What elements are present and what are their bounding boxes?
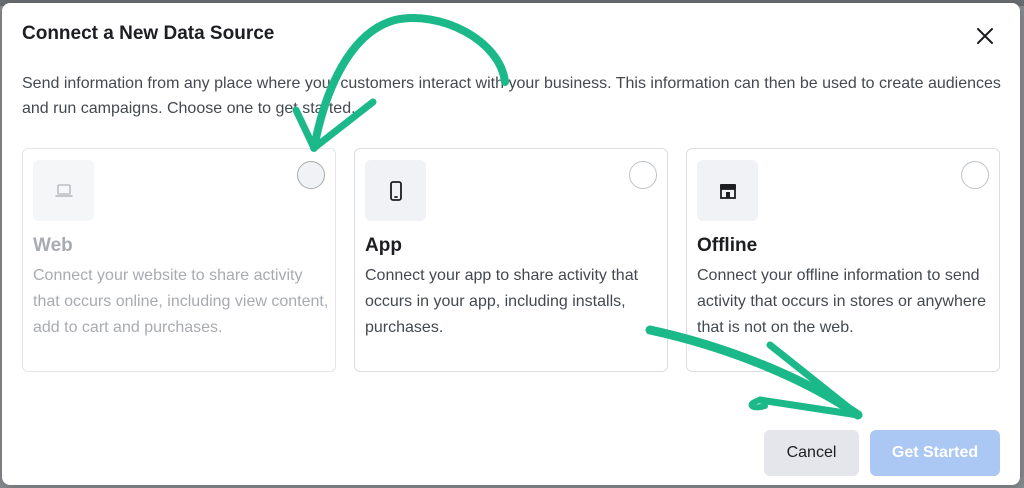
option-title-web: Web xyxy=(33,235,73,256)
radio-web[interactable] xyxy=(297,161,325,189)
laptop-icon xyxy=(33,160,94,221)
option-card-web[interactable]: Web Connect your website to share activi… xyxy=(22,148,336,372)
option-card-app[interactable]: App Connect your app to share activity t… xyxy=(354,148,668,372)
dialog-title: Connect a New Data Source xyxy=(22,23,275,44)
option-title-offline: Offline xyxy=(697,235,758,256)
get-started-button[interactable]: Get Started xyxy=(870,430,1000,476)
option-title-app: App xyxy=(365,235,402,256)
radio-offline[interactable] xyxy=(961,161,989,189)
option-description-web: Connect your website to share activity t… xyxy=(33,267,329,336)
option-description-offline: Connect your offline information to send… xyxy=(697,267,987,336)
connect-data-source-dialog: Connect a New Data Source Send informati… xyxy=(2,3,1020,485)
storefront-icon xyxy=(697,160,758,221)
option-description-app: Connect your app to share activity that … xyxy=(365,267,639,336)
radio-app[interactable] xyxy=(629,161,657,189)
dialog-description: Send information from any place where yo… xyxy=(22,75,1001,117)
close-icon[interactable] xyxy=(974,25,996,47)
mobile-phone-icon xyxy=(365,160,426,221)
option-card-offline[interactable]: Offline Connect your offline information… xyxy=(686,148,1000,372)
cancel-button[interactable]: Cancel xyxy=(764,430,859,476)
